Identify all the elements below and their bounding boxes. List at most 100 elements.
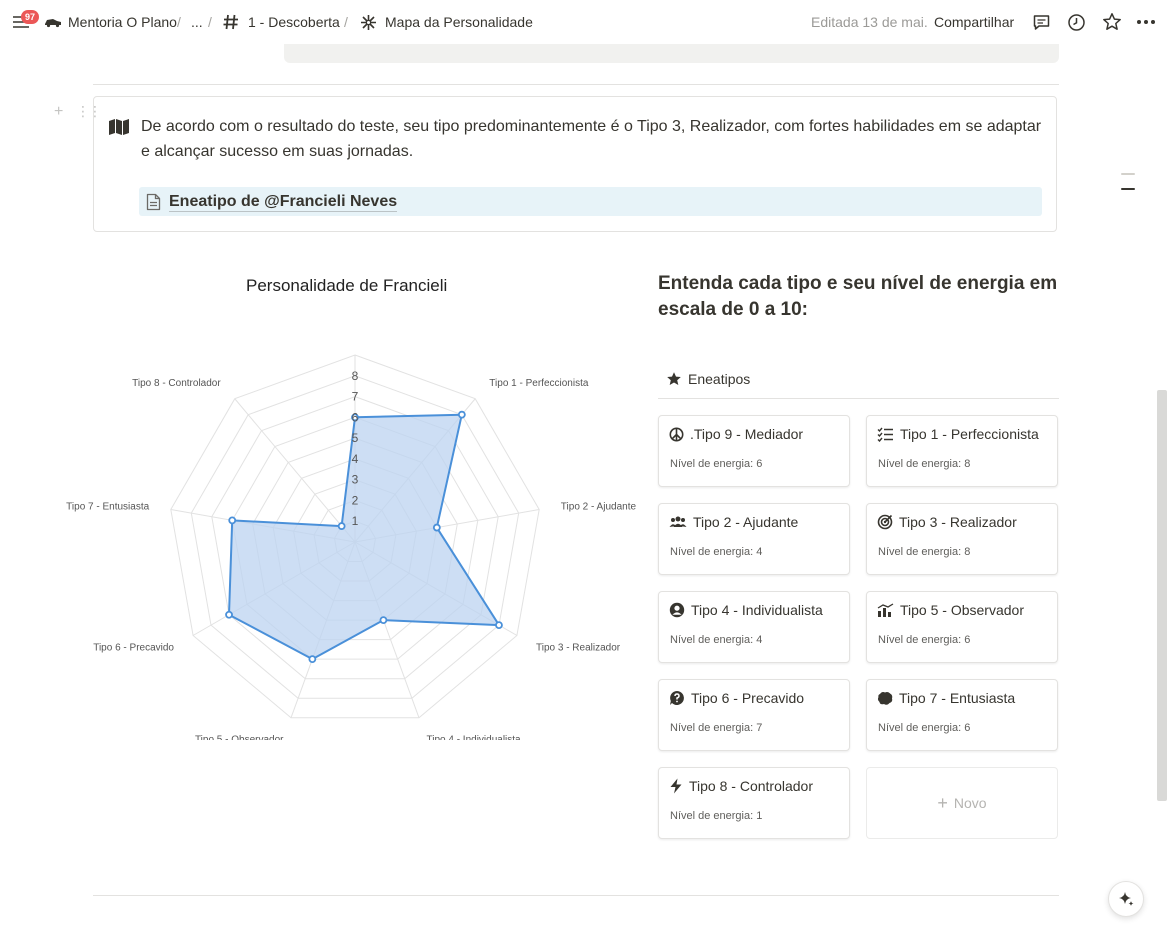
breadcrumb-page-label: Mapa da Personalidade bbox=[385, 14, 533, 30]
gallery-view-tab[interactable]: Eneatipos bbox=[666, 367, 750, 391]
gallery-card[interactable]: Tipo 5 - Observador Nível de energia: 6 bbox=[866, 591, 1058, 663]
sparkle-pattern-icon bbox=[361, 14, 376, 30]
radar-category-label: Tipo 6 - Precavido bbox=[93, 643, 174, 654]
ai-assistant-button[interactable] bbox=[1108, 881, 1144, 917]
radar-tick-label: 7 bbox=[352, 390, 359, 404]
card-title-label: Tipo 7 - Entusiasta bbox=[899, 690, 1016, 706]
gallery-card[interactable]: .Tipo 9 - Mediador Nível de energia: 6 bbox=[658, 415, 850, 487]
star-outline-icon bbox=[1103, 13, 1121, 30]
map-icon bbox=[109, 119, 129, 135]
card-energy-level: Nível de energia: 6 bbox=[670, 458, 763, 470]
card-energy-level: Nível de energia: 1 bbox=[670, 810, 763, 822]
gallery-card[interactable]: Tipo 1 - Perfeccionista Nível de energia… bbox=[866, 415, 1058, 487]
radar-tick-label: 3 bbox=[352, 473, 359, 487]
card-title-label: Tipo 5 - Observador bbox=[900, 602, 1024, 618]
comments-button[interactable] bbox=[1032, 0, 1051, 44]
share-button[interactable]: Compartilhar bbox=[934, 0, 1014, 44]
breadcrumb-page-mapa[interactable]: Mapa da Personalidade bbox=[360, 0, 533, 44]
breadcrumb-separator: / bbox=[344, 14, 348, 30]
more-horizontal-icon bbox=[1137, 20, 1155, 24]
gallery-tab-divider bbox=[658, 398, 1059, 399]
bar-chart-icon bbox=[877, 602, 894, 617]
checklist-icon bbox=[877, 427, 893, 442]
radar-category-label: Tipo 8 - Controlador bbox=[132, 378, 221, 389]
card-title: Tipo 3 - Realizador bbox=[877, 514, 1017, 530]
callout-block: De acordo com o resultado do teste, seu … bbox=[93, 96, 1057, 232]
radar-category-label: Tipo 5 - Observador bbox=[195, 734, 284, 740]
radar-data-point bbox=[308, 655, 317, 664]
people-icon bbox=[669, 516, 687, 527]
clock-icon bbox=[1068, 13, 1085, 31]
radar-data-point bbox=[457, 410, 466, 419]
embed-block-bottom bbox=[284, 44, 1059, 63]
card-title: Tipo 8 - Controlador bbox=[669, 778, 813, 794]
radar-chart: 12345678.Tipo 9 - MediadorTipo 1 - Perfe… bbox=[66, 354, 637, 740]
plus-icon: + bbox=[937, 792, 948, 813]
card-energy-level: Nível de energia: 4 bbox=[670, 546, 763, 558]
card-title-label: Tipo 3 - Realizador bbox=[899, 514, 1017, 530]
toc-indicator[interactable] bbox=[1121, 173, 1135, 175]
card-title-label: Tipo 4 - Individualista bbox=[691, 602, 823, 618]
card-energy-level: Nível de energia: 8 bbox=[878, 458, 971, 470]
card-title-label: Tipo 1 - Perfeccionista bbox=[900, 426, 1039, 442]
divider bbox=[93, 895, 1059, 896]
radar-category-label: Tipo 4 - Individualista bbox=[427, 734, 522, 740]
radar-category-label: Tipo 1 - Perfeccionista bbox=[489, 378, 589, 389]
question-bubble-icon bbox=[670, 691, 684, 705]
favorite-button[interactable] bbox=[1102, 0, 1122, 44]
breadcrumb-workspace-label: Mentoria O Plano bbox=[68, 14, 177, 30]
radar-category-label: Tipo 7 - Entusiasta bbox=[66, 502, 149, 513]
card-title: Tipo 6 - Precavido bbox=[669, 690, 804, 706]
card-energy-level: Nível de energia: 7 bbox=[670, 722, 763, 734]
card-title: Tipo 7 - Entusiasta bbox=[877, 690, 1015, 706]
scrollbar-thumb[interactable] bbox=[1157, 390, 1167, 801]
gallery-card[interactable]: Tipo 7 - Entusiasta Nível de energia: 6 bbox=[866, 679, 1058, 751]
card-title: Tipo 5 - Observador bbox=[877, 602, 1024, 618]
hashtag-icon bbox=[223, 14, 238, 30]
bubble-icon bbox=[877, 691, 893, 705]
gallery-card[interactable]: Tipo 4 - Individualista Nível de energia… bbox=[658, 591, 850, 663]
updates-button[interactable] bbox=[1067, 0, 1086, 44]
gallery-card[interactable]: Tipo 8 - Controlador Nível de energia: 1 bbox=[658, 767, 850, 839]
card-energy-level: Nível de energia: 6 bbox=[878, 634, 971, 646]
radar-tick-label: 4 bbox=[352, 452, 359, 466]
radar-category-label: Tipo 2 - Ajudante bbox=[561, 502, 637, 513]
new-card-button[interactable]: + Novo bbox=[866, 767, 1058, 839]
card-title: Tipo 2 - Ajudante bbox=[669, 514, 798, 530]
more-options-button[interactable] bbox=[1136, 0, 1156, 44]
comment-icon bbox=[1033, 14, 1050, 30]
card-title: Tipo 4 - Individualista bbox=[669, 602, 823, 618]
add-block-icon[interactable]: + bbox=[54, 103, 63, 121]
gallery-card[interactable]: Tipo 6 - Precavido Nível de energia: 7 bbox=[658, 679, 850, 751]
card-title-label: Tipo 6 - Precavido bbox=[691, 690, 805, 706]
radar-data-point bbox=[225, 610, 233, 619]
breadcrumb-page-label: 1 - Descoberta bbox=[248, 14, 340, 30]
card-title-label: Tipo 2 - Ajudante bbox=[693, 514, 799, 530]
page-icon bbox=[146, 193, 161, 210]
radar-tick-label: 8 bbox=[352, 369, 359, 383]
toc-indicator-active[interactable] bbox=[1121, 188, 1135, 190]
radar-data-point bbox=[495, 621, 503, 630]
chart-title: Personalidade de Francieli bbox=[246, 276, 448, 295]
user-circle-icon bbox=[669, 602, 685, 618]
breadcrumb-separator: / bbox=[177, 14, 181, 30]
edited-timestamp: Editada 13 de mai. bbox=[811, 14, 928, 30]
gallery-card[interactable]: Tipo 3 - Realizador Nível de energia: 8 bbox=[866, 503, 1058, 575]
radar-series-area bbox=[228, 413, 500, 661]
card-title: Tipo 1 - Perfeccionista bbox=[877, 426, 1039, 442]
breadcrumb-page-descoberta[interactable]: 1 - Descoberta bbox=[222, 0, 340, 44]
callout-text: De acordo com o resultado do teste, seu … bbox=[141, 118, 1042, 160]
gallery-card[interactable]: Tipo 2 - Ajudante Nível de energia: 4 bbox=[658, 503, 850, 575]
car-icon bbox=[45, 19, 61, 28]
topbar: 97 Mentoria O Plano / ... / 1 - Descober… bbox=[0, 0, 1169, 44]
card-energy-level: Nível de energia: 8 bbox=[878, 546, 971, 558]
breadcrumb-ellipsis[interactable]: ... bbox=[191, 0, 203, 44]
card-title: .Tipo 9 - Mediador bbox=[669, 426, 803, 442]
radar-tick-label: 6 bbox=[352, 410, 359, 424]
divider bbox=[93, 84, 1059, 85]
new-card-label: Novo bbox=[953, 795, 987, 811]
card-title-label: Tipo 8 - Controlador bbox=[689, 778, 813, 794]
notification-badge[interactable]: 97 bbox=[21, 10, 39, 24]
breadcrumb-workspace[interactable]: Mentoria O Plano bbox=[44, 0, 177, 44]
page-mention-link[interactable]: Eneatipo de @Francieli Neves bbox=[139, 187, 1042, 216]
